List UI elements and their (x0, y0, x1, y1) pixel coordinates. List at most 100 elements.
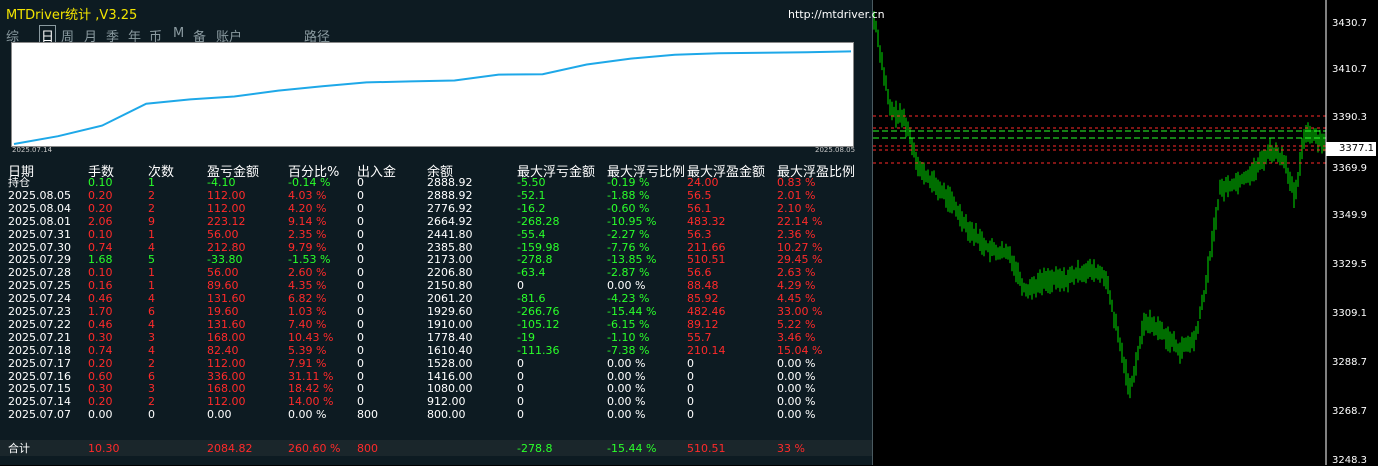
cell-count: 1 (148, 176, 155, 189)
table-row[interactable]: 2025.07.28 0.10 1 56.00 2.60 % 0 2206.80 -63.4 -… (0, 266, 872, 279)
cell-lots: 0.20 (88, 188, 113, 202)
cell-max-fp-amt: 89.12 (687, 317, 719, 331)
table-row[interactable]: 2025.07.17 0.20 2 112.00 7.91 % 0 1528.00 0 0.00… (0, 357, 872, 370)
cell-max-dd-amt: 0 (517, 356, 524, 370)
cell-max-dd-pct: 0.00 % (607, 408, 646, 422)
cell-count: 2 (148, 188, 155, 202)
cell-max-fp-pct: 3.46 % (777, 330, 816, 344)
cell-percent: 2.35 % (288, 227, 327, 241)
table-row[interactable]: 2025.07.25 0.16 1 89.60 4.35 % 0 2150.80 0 0.00 … (0, 279, 872, 292)
cell-max-fp-amt: 56.5 (687, 188, 712, 202)
cell-date: 2025.08.05 (8, 188, 71, 202)
cell-lots: 0.74 (88, 343, 113, 357)
cell-max-dd-amt: -63.4 (517, 266, 546, 280)
table-row[interactable]: 2025.07.21 0.30 3 168.00 10.43 % 0 1778.40 -19 -… (0, 331, 872, 344)
cell-balance: 1610.40 (427, 343, 473, 357)
cell-deposit: 0 (357, 214, 364, 228)
cell-lots: 1.68 (88, 253, 113, 267)
cell-balance: 2776.92 (427, 201, 473, 215)
cell-max-dd-amt: -268.28 (517, 214, 560, 228)
price-axis-label: 3329.5 (1332, 259, 1367, 270)
cell-profit: 112.00 (207, 395, 246, 409)
cell-max-fp-amt: 56.6 (687, 266, 712, 280)
price-axis-label: 3349.9 (1332, 210, 1367, 221)
cell-max-fp-pct: 4.45 % (777, 292, 816, 306)
table-row[interactable]: 2025.07.29 1.68 5 -33.80 -1.53 % 0 2173.00 -278… (0, 253, 872, 266)
cell-count: 2 (148, 395, 155, 409)
cell-max-dd-pct: 0.00 % (607, 279, 646, 293)
table-row[interactable]: 持仓 0.10 1 -4.10 -0.14 % 0 2888.92 -5.50 -0.19 % 2… (0, 176, 872, 189)
table-row[interactable]: 2025.08.01 2.06 9 223.12 9.14 % 0 2664.92 -268.… (0, 215, 872, 228)
cell-max-dd-amt: 0 (517, 369, 524, 383)
table-row[interactable]: 2025.07.07 0.00 0 0.00 0.00 % 800 800.00 0 0.00 … (0, 408, 872, 421)
cell-date: 2025.07.30 (8, 240, 71, 254)
cell-max-fp-pct: 0.83 % (777, 176, 816, 189)
cell-balance: 912.00 (427, 395, 466, 409)
table-row[interactable]: 2025.07.22 0.46 4 131.60 7.40 % 0 1910.00 -105.… (0, 318, 872, 331)
cell-lots: 1.70 (88, 305, 113, 318)
cell-lots: 0.74 (88, 240, 113, 254)
cell-max-dd-amt: -159.98 (517, 240, 560, 254)
table-row[interactable]: 2025.08.05 0.20 2 112.00 4.03 % 0 2888.92 -52.1… (0, 189, 872, 202)
cell-max-fp-pct: 2.10 % (777, 201, 816, 215)
price-axis-label: 3248.3 (1332, 455, 1367, 466)
table-row[interactable]: 2025.07.30 0.74 4 212.80 9.79 % 0 2385.80 -159.… (0, 241, 872, 254)
total-row: 合计 10.30 2084.82 260.60 % 800 -278.8 -15.44 % 5… (0, 440, 872, 456)
table-row[interactable]: 2025.07.18 0.74 4 82.40 5.39 % 0 1610.40 -111.3… (0, 344, 872, 357)
table-row[interactable]: 2025.07.31 0.10 1 56.00 2.35 % 0 2441.80 -55.4 -… (0, 228, 872, 241)
cell-profit: 168.00 (207, 382, 246, 396)
cell-percent: -1.53 % (288, 253, 331, 267)
cell-max-dd-pct: -1.10 % (607, 330, 650, 344)
tab-magic[interactable]: M (173, 26, 184, 41)
cell-max-dd-amt: 0 (517, 382, 524, 396)
table-row[interactable]: 2025.07.24 0.46 4 131.60 6.82 % 0 2061.20 -81.6… (0, 292, 872, 305)
cell-date: 2025.07.28 (8, 266, 71, 280)
cell-date: 2025.07.16 (8, 369, 71, 383)
cell-lots: 0.20 (88, 356, 113, 370)
cell-percent: 7.91 % (288, 356, 327, 370)
cell-date: 2025.07.29 (8, 253, 71, 267)
cell-profit: 0.00 (207, 408, 232, 422)
cell-profit: 112.00 (207, 188, 246, 202)
curve-end-date: 2025.08.05 (815, 146, 856, 154)
cell-lots: 0.10 (88, 227, 113, 241)
cell-deposit: 0 (357, 330, 364, 344)
cell-count: 0 (148, 408, 155, 422)
cell-lots: 0.46 (88, 317, 113, 331)
cell-max-dd-amt: 0 (517, 408, 524, 422)
cell-percent: 14.00 % (288, 395, 334, 409)
cell-deposit: 0 (357, 382, 364, 396)
cell-date: 2025.07.07 (8, 408, 71, 422)
cell-date: 2025.07.24 (8, 292, 71, 306)
website-link[interactable]: http://mtdriver.cn (788, 8, 885, 21)
cell-deposit: 0 (357, 240, 364, 254)
cell-balance: 1080.00 (427, 382, 473, 396)
cell-deposit: 0 (357, 253, 364, 267)
current-price-tag: 3377.1 (1326, 142, 1376, 156)
table-row[interactable]: 2025.07.15 0.30 3 168.00 18.42 % 0 1080.00 0 0.0… (0, 382, 872, 395)
cell-max-fp-pct: 2.36 % (777, 227, 816, 241)
cell-max-dd-pct: -7.76 % (607, 240, 650, 254)
cell-balance: 1528.00 (427, 356, 473, 370)
cell-max-fp-pct: 0.00 % (777, 369, 816, 383)
table-row[interactable]: 2025.07.23 1.70 6 19.60 1.03 % 0 1929.60 -266.7… (0, 305, 872, 318)
cell-lots: 0.60 (88, 369, 113, 383)
cell-date: 2025.07.14 (8, 395, 71, 409)
cell-count: 4 (148, 292, 155, 306)
cell-count: 6 (148, 369, 155, 383)
table-row[interactable]: 2025.07.16 0.60 6 336.00 31.11 % 0 1416.00 0 0.0… (0, 370, 872, 383)
cell-percent: 9.14 % (288, 214, 327, 228)
cell-count: 1 (148, 279, 155, 293)
table-row[interactable]: 2025.07.14 0.20 2 112.00 14.00 % 0 912.00 0 0.00… (0, 395, 872, 408)
cell-percent: 4.35 % (288, 279, 327, 293)
cell-max-dd-pct: 0.00 % (607, 369, 646, 383)
cell-deposit: 0 (357, 266, 364, 280)
cell-max-dd-amt: -111.36 (517, 343, 560, 357)
cell-deposit: 800 (357, 408, 378, 422)
table-row[interactable]: 2025.08.04 0.20 2 112.00 4.20 % 0 2776.92 -16.2… (0, 202, 872, 215)
cell-balance: 2150.80 (427, 279, 473, 293)
cell-max-fp-amt: 85.92 (687, 292, 719, 306)
cell-lots: 0.10 (88, 266, 113, 280)
cell-max-dd-amt: -55.4 (517, 227, 546, 241)
equity-curve-chart (11, 42, 854, 147)
